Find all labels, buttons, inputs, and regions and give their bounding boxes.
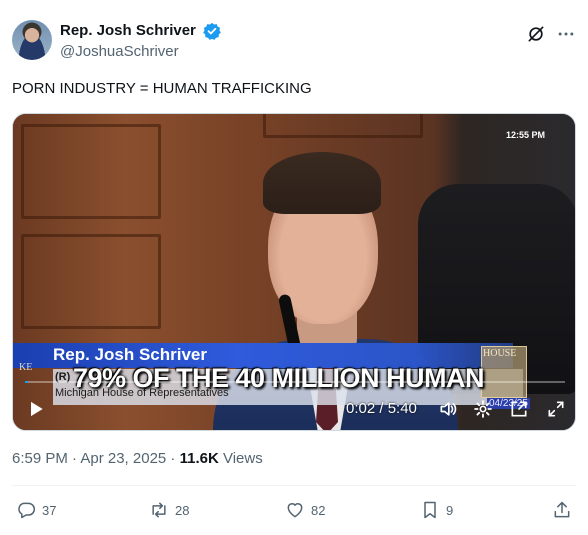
bookmark-button[interactable]: 9 [420,498,453,522]
author-handle[interactable]: @JoshuaSchriver [60,42,221,62]
video-player[interactable]: 12:55 PM Rep. Josh Schriver (R) Michigan… [12,113,576,431]
wood-panel [21,124,161,219]
tweet-text: PORN INDUSTRY = HUMAN TRAFFICKING [12,80,312,97]
video-time: 0:02 / 5:40 [346,400,417,417]
tweet-header: Rep. Josh Schriver @JoshuaSchriver [12,20,576,62]
author-block: Rep. Josh Schriver @JoshuaSchriver [60,22,222,62]
tweet-meta: 6:59 PM · Apr 23, 2025 · 11.6K Views [12,449,263,469]
author-display-name[interactable]: Rep. Josh Schriver [60,22,196,40]
share-button[interactable] [552,498,578,522]
tweet-timestamp[interactable]: 6:59 PM · Apr 23, 2025 · [12,450,180,467]
share-icon [554,501,570,518]
bookmark-count: 9 [446,502,454,518]
volume-icon[interactable] [438,399,458,419]
video-progress-fill [25,381,29,383]
broadcast-clock: 12:55 PM [505,130,545,140]
video-caption: 79% OF THE 40 MILLION HUMAN [73,363,485,393]
more-options-icon[interactable] [556,24,576,44]
play-icon[interactable] [26,399,46,419]
video-progress-bar[interactable] [25,381,565,383]
wood-panel [21,234,161,329]
verified-badge-icon [203,22,222,40]
picture-in-picture-icon[interactable] [509,399,529,419]
speaker-hair [263,152,381,214]
repost-button[interactable]: 28 [149,498,189,522]
house-logo-text: HOUSE [483,348,517,359]
like-count: 82 [311,502,326,518]
repost-count: 28 [175,502,190,518]
reply-button[interactable]: 37 [16,498,56,522]
views-count: 11.6K [179,450,219,467]
reply-icon [18,502,36,519]
heart-icon [287,503,303,518]
views-label: Views [218,450,263,467]
divider [12,485,576,486]
grok-icon[interactable] [526,24,546,44]
fullscreen-icon[interactable] [546,399,566,419]
settings-gear-icon[interactable] [473,399,493,419]
action-bar: 37 28 82 9 [12,498,576,522]
avatar[interactable] [12,20,52,60]
bookmark-icon [424,501,436,519]
side-text: KE [19,362,33,373]
wood-panel [263,114,423,138]
like-button[interactable]: 82 [285,498,325,522]
reply-count: 37 [42,502,57,518]
repost-icon [152,502,166,518]
